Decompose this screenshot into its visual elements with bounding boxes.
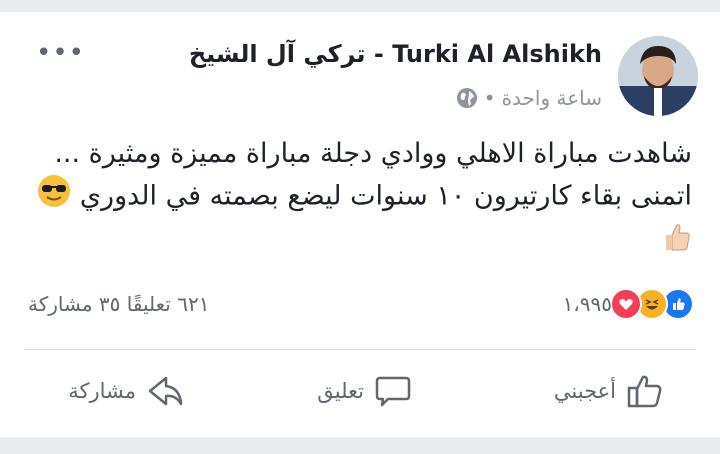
share-button[interactable]: مشاركة <box>68 372 184 410</box>
globe-icon <box>456 87 478 109</box>
sunglasses-emoji-icon <box>37 174 71 220</box>
post-text-line-3 <box>22 220 692 266</box>
action-bar: أعجبني تعليق مشاركة <box>0 364 720 428</box>
post-time[interactable]: ساعة واحدة <box>502 86 602 110</box>
reactions-summary[interactable]: ١،٩٩٥ <box>563 288 694 320</box>
post-text-line-2: اتمنى بقاء كارتيرون ١٠ سنوات ليضع بصمته … <box>79 180 692 212</box>
meta-separator: • <box>483 86 496 110</box>
post-meta: ساعة واحدة • <box>456 86 602 110</box>
divider <box>24 349 696 350</box>
post-text-line-2-wrap: اتمنى بقاء كارتيرون ١٠ سنوات ليضع بصمته … <box>22 174 692 220</box>
comment-button[interactable]: تعليق <box>317 372 412 410</box>
share-label: مشاركة <box>68 379 136 403</box>
avatar[interactable] <box>618 36 698 116</box>
reactions-count[interactable]: ١،٩٩٥ <box>563 292 612 316</box>
more-options-icon[interactable]: ••• <box>36 38 85 68</box>
post-card: Turki Al Alshikh - تركي آل الشيخ ساعة وا… <box>0 12 720 437</box>
comment-icon <box>375 376 411 407</box>
comments-shares-count[interactable]: ٦٢١ تعليقًا ٣٥ مشاركة <box>28 292 209 316</box>
post-header: Turki Al Alshikh - تركي آل الشيخ ساعة وا… <box>0 12 720 124</box>
love-reaction-icon <box>610 288 642 320</box>
like-label: أعجبني <box>553 379 616 403</box>
thumbs-up-emoji-icon <box>658 220 692 266</box>
author-name[interactable]: Turki Al Alshikh - تركي آل الشيخ <box>189 40 602 68</box>
post-stats: ١،٩٩٥ ٦٢١ تعليقًا ٣٥ مشاركة <box>0 282 720 322</box>
comment-label: تعليق <box>317 379 364 403</box>
post-text-line-1: شاهدت مباراة الاهلي ووادي دجلة مباراة مم… <box>54 138 692 169</box>
post-text: شاهدت مباراة الاهلي ووادي دجلة مباراة مم… <box>22 134 692 266</box>
like-button[interactable]: أعجبني <box>554 372 664 410</box>
share-icon <box>148 376 183 406</box>
thumbs-up-icon <box>627 375 662 408</box>
